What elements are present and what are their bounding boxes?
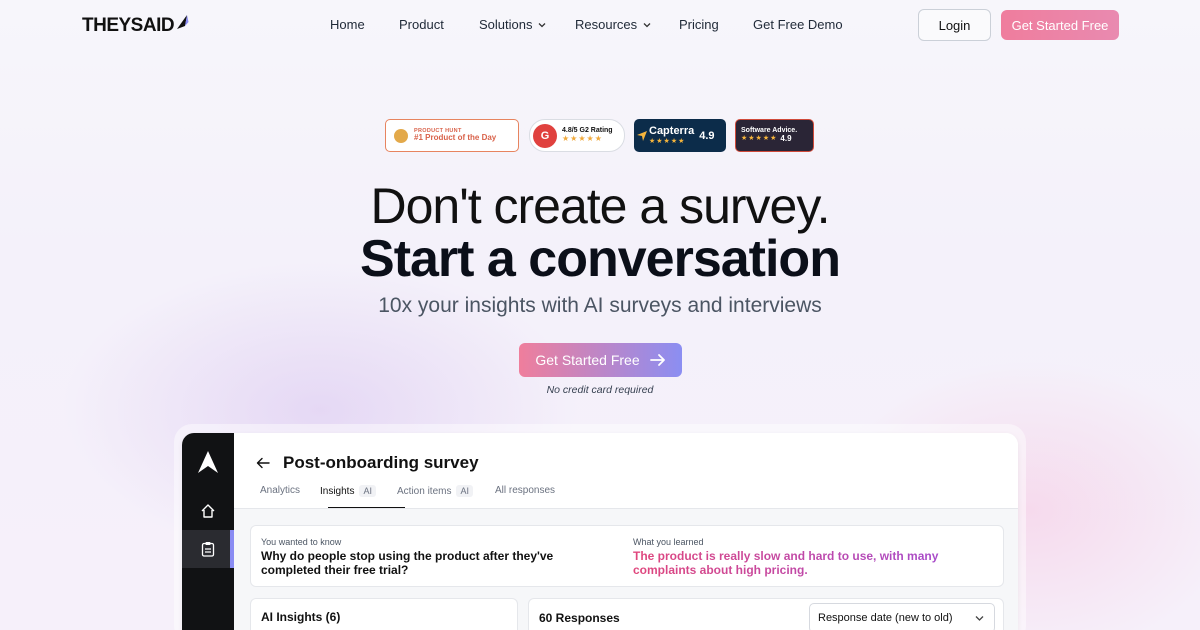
product-hunt-badge[interactable]: PRODUCT HUNT #1 Product of the Day [385, 119, 519, 152]
responses-title: 60 Responses [539, 611, 620, 625]
nav-pricing[interactable]: Pricing [679, 17, 719, 32]
responses-card: 60 Responses Response date (new to old) [528, 598, 1004, 630]
hero-heading-line2: Start a conversation [360, 230, 841, 288]
medal-icon [394, 128, 408, 143]
nav-solutions[interactable]: Solutions [479, 17, 546, 32]
summary-card: You wanted to know Why do people stop us… [250, 525, 1004, 587]
tab-analytics-label: Analytics [260, 485, 301, 496]
get-started-hero-button[interactable]: Get Started Free [519, 343, 682, 377]
tab-insights[interactable]: Insights AI [320, 485, 376, 497]
software-advice-score: 4.9 [780, 133, 792, 143]
survey-title: Post-onboarding survey [283, 453, 479, 472]
software-advice-badge[interactable]: Software Advice. ★★★★★ 4.9 [735, 119, 814, 152]
app-preview: Post-onboarding survey Analytics Insight… [182, 433, 1018, 630]
app-sidebar [182, 433, 234, 630]
nav-product[interactable]: Product [399, 17, 444, 32]
chevron-down-icon [539, 22, 546, 27]
app-main: Post-onboarding survey Analytics Insight… [234, 433, 1018, 630]
capterra-name: Capterra [649, 125, 695, 138]
software-advice-stars: ★★★★★ [741, 135, 778, 143]
g2-rating-badge[interactable]: G 4.8/5 G2 Rating ★★★★★ [529, 119, 625, 152]
ai-chip: AI [456, 485, 473, 497]
ai-insights-title: AI Insights (6) [261, 610, 341, 624]
g2-logo-icon: G [533, 123, 557, 148]
survey-question: Why do people stop using the product aft… [261, 549, 554, 577]
hero-heading-line1: Don't create a survey. [370, 178, 830, 234]
brand-logo-text: THEYSAID [82, 15, 175, 36]
login-button[interactable]: Login [918, 9, 991, 41]
get-started-nav-button[interactable]: Get Started Free [1001, 10, 1119, 40]
chevron-down-icon [643, 22, 651, 27]
sort-select[interactable]: Response date (new to old) [809, 603, 995, 630]
capterra-badge[interactable]: Capterra ★★★★★ 4.9 [634, 119, 726, 152]
sort-select-value: Response date (new to old) [818, 612, 953, 624]
tab-action-items[interactable]: Action items AI [397, 485, 473, 497]
capterra-score: 4.9 [699, 129, 715, 142]
chevron-down-icon [975, 616, 984, 621]
tab-all-responses[interactable]: All responses [495, 485, 555, 496]
tab-analytics[interactable]: Analytics [260, 485, 300, 496]
hero-subtitle: 10x your insights with AI surveys and in… [378, 294, 822, 317]
product-hunt-award: #1 Product of the Day [414, 133, 497, 143]
nav-resources-label: Resources [575, 17, 638, 32]
capterra-stars: ★★★★★ [649, 137, 686, 145]
no-credit-card-note: No credit card required [546, 384, 654, 396]
nav-get-free-demo[interactable]: Get Free Demo [753, 17, 843, 32]
nav-solutions-label: Solutions [479, 17, 533, 32]
tab-insights-label: Insights [320, 485, 355, 497]
home-icon[interactable] [200, 503, 216, 519]
tab-all-responses-label: All responses [495, 485, 556, 496]
arrow-right-icon [649, 354, 665, 366]
learned-answer: The product is really slow and hard to u… [633, 549, 963, 577]
tab-action-items-label: Action items [397, 485, 452, 497]
back-arrow-icon[interactable] [256, 457, 270, 469]
nav-home[interactable]: Home [330, 17, 365, 32]
capterra-arrow-icon [637, 130, 647, 141]
nav-resources[interactable]: Resources [575, 17, 651, 32]
top-nav: THEYSAID Home Product Solutions Resource… [0, 0, 1200, 50]
ai-insights-card: AI Insights (6) [250, 598, 518, 630]
wanted-to-know-label: You wanted to know [261, 537, 342, 547]
logo-mark-icon [177, 15, 189, 29]
get-started-hero-label: Get Started Free [535, 352, 640, 368]
ai-chip: AI [359, 485, 376, 497]
what-you-learned-label: What you learned [633, 537, 704, 547]
clipboard-icon[interactable] [201, 541, 215, 557]
app-logo-icon [198, 451, 218, 473]
g2-stars: ★★★★★ [562, 133, 603, 143]
brand-logo[interactable]: THEYSAID [82, 12, 189, 40]
